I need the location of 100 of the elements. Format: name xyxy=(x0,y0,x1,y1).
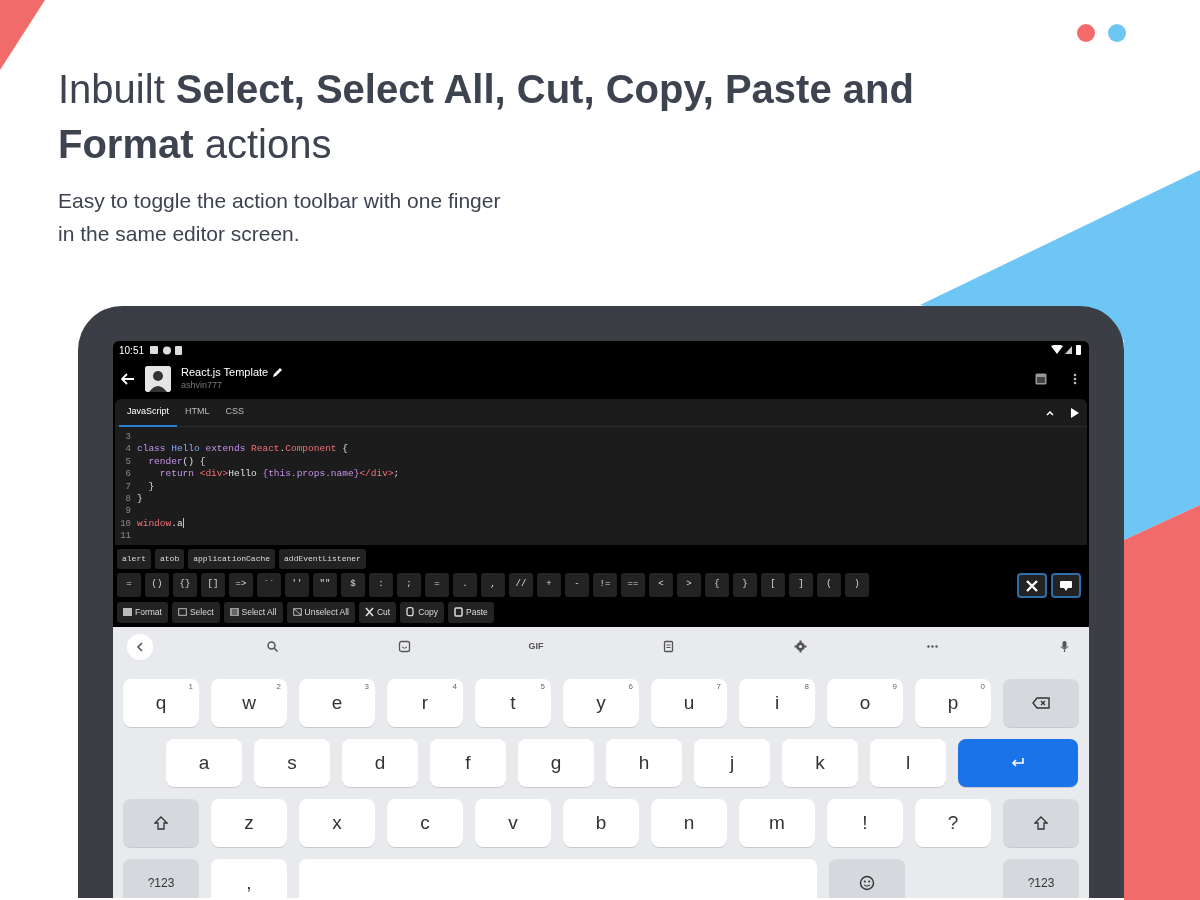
symbol-key[interactable]: } xyxy=(733,573,757,597)
key[interactable]: , xyxy=(211,858,287,898)
symbol-key[interactable]: , xyxy=(481,573,505,597)
emoji-key[interactable] xyxy=(829,858,905,898)
key[interactable]: j xyxy=(694,738,770,787)
more-icon[interactable] xyxy=(1073,373,1077,385)
suggestion-chip[interactable]: atob xyxy=(155,549,185,569)
wifi-signal-battery-icon xyxy=(1051,345,1083,355)
key[interactable]: h xyxy=(606,738,682,787)
symbol-key[interactable]: => xyxy=(229,573,253,597)
back-icon[interactable] xyxy=(121,373,135,385)
enter-icon xyxy=(1011,757,1025,768)
symbol-key[interactable]: ) xyxy=(845,573,869,597)
symbol-key[interactable]: [] xyxy=(201,573,225,597)
play-icon[interactable] xyxy=(1071,407,1079,418)
editor-tab[interactable]: CSS xyxy=(217,398,253,427)
key[interactable]: c xyxy=(387,798,463,847)
symbol-key[interactable]: . xyxy=(453,573,477,597)
project-title: React.js Template xyxy=(181,365,269,379)
symbol-key[interactable]: () xyxy=(145,573,169,597)
symbol-key[interactable]: = xyxy=(117,573,141,597)
tools-toggle[interactable] xyxy=(1017,573,1047,598)
key[interactable]: i 8 xyxy=(739,678,815,727)
subtitle: Easy to toggle the action toolbar with one finger in the same editor screen. xyxy=(58,188,502,247)
back-button[interactable] xyxy=(127,633,153,660)
symbol-key[interactable]: "" xyxy=(313,573,337,597)
symbol-key[interactable]: $ xyxy=(341,573,365,597)
clipboard-icon[interactable] xyxy=(661,640,675,654)
action-button[interactable]: Format xyxy=(117,602,168,623)
symbol-key[interactable]: `` xyxy=(257,573,281,597)
editor-tab[interactable]: HTML xyxy=(177,398,218,427)
action-button[interactable]: Copy xyxy=(400,602,444,623)
symbol-key[interactable]: // xyxy=(509,573,533,597)
keyboard-toggle[interactable] xyxy=(1051,573,1081,598)
key[interactable]: p 0 xyxy=(915,678,991,727)
line-number: 7 xyxy=(124,480,132,493)
key[interactable]: s xyxy=(254,738,330,787)
avatar xyxy=(145,366,171,392)
key[interactable]: x xyxy=(299,798,375,847)
sticker-icon[interactable] xyxy=(397,640,411,654)
suggestion-chip[interactable]: alert xyxy=(117,549,151,569)
symbols-key[interactable]: ?123 xyxy=(123,858,199,898)
symbol-key[interactable]: + xyxy=(537,573,561,597)
symbol-key[interactable]: < xyxy=(649,573,673,597)
key[interactable]: r 4 xyxy=(387,678,463,727)
key[interactable]: g xyxy=(518,738,594,787)
settings-icon[interactable] xyxy=(793,640,807,654)
key[interactable]: m xyxy=(739,798,815,847)
action-button[interactable]: Select xyxy=(171,602,220,623)
enter-key[interactable] xyxy=(958,738,1078,787)
symbol-key[interactable]: > xyxy=(677,573,701,597)
symbol-key[interactable]: ( xyxy=(817,573,841,597)
action-button[interactable]: Unselect All xyxy=(286,602,355,623)
code-line: class Hello extends React.Component { xyxy=(137,443,348,456)
shift-key[interactable] xyxy=(1003,798,1079,847)
key[interactable]: o 9 xyxy=(827,678,903,727)
symbol-key[interactable]: {} xyxy=(173,573,197,597)
key[interactable]: ! xyxy=(827,798,903,847)
key[interactable]: v xyxy=(475,798,551,847)
key[interactable]: y 6 xyxy=(563,678,639,727)
action-button[interactable]: Cut xyxy=(358,602,397,623)
pencil-icon[interactable] xyxy=(272,366,284,378)
key[interactable]: t 5 xyxy=(475,678,551,727)
symbol-key[interactable]: { xyxy=(705,573,729,597)
key[interactable]: ? xyxy=(915,798,991,847)
search-icon[interactable] xyxy=(265,640,279,654)
symbol-key[interactable]: == xyxy=(621,573,645,597)
key[interactable]: f xyxy=(430,738,506,787)
key[interactable]: b xyxy=(563,798,639,847)
suggestion-chip[interactable]: applicationCache xyxy=(188,549,276,569)
key[interactable]: a xyxy=(166,738,242,787)
key[interactable]: l xyxy=(870,738,946,787)
suggestion-chip[interactable]: addEventListener xyxy=(279,549,366,569)
shift-key[interactable] xyxy=(123,798,199,847)
copy-icon xyxy=(406,607,416,618)
status-time: 10:51 xyxy=(119,343,145,358)
action-button[interactable]: Paste xyxy=(448,602,494,623)
symbol-key[interactable]: '' xyxy=(285,573,309,597)
preview-icon[interactable] xyxy=(1035,373,1047,385)
gif-button[interactable]: GIF xyxy=(523,633,549,660)
collapse-icon[interactable] xyxy=(1045,408,1055,417)
symbol-key[interactable]: ] xyxy=(789,573,813,597)
symbol-key[interactable]: != xyxy=(593,573,617,597)
action-button[interactable]: Select All xyxy=(223,602,283,623)
symbol-key[interactable]: ; xyxy=(397,573,421,597)
symbols-key[interactable]: ?123 xyxy=(1003,858,1079,898)
key[interactable]: e 3 xyxy=(299,678,375,727)
key[interactable]: u 7 xyxy=(651,678,727,727)
key[interactable]: k xyxy=(782,738,858,787)
symbol-key[interactable]: : xyxy=(369,573,393,597)
symbol-key[interactable]: - xyxy=(565,573,589,597)
key[interactable]: z xyxy=(211,798,287,847)
symbol-key[interactable]: [ xyxy=(761,573,785,597)
key[interactable]: q 1 xyxy=(123,678,199,727)
shift-icon xyxy=(1034,815,1048,830)
backspace-key[interactable] xyxy=(1003,678,1079,727)
key[interactable]: d xyxy=(342,738,418,787)
key[interactable]: n xyxy=(651,798,727,847)
symbol-key[interactable]: = xyxy=(425,573,449,597)
key[interactable]: w 2 xyxy=(211,678,287,727)
